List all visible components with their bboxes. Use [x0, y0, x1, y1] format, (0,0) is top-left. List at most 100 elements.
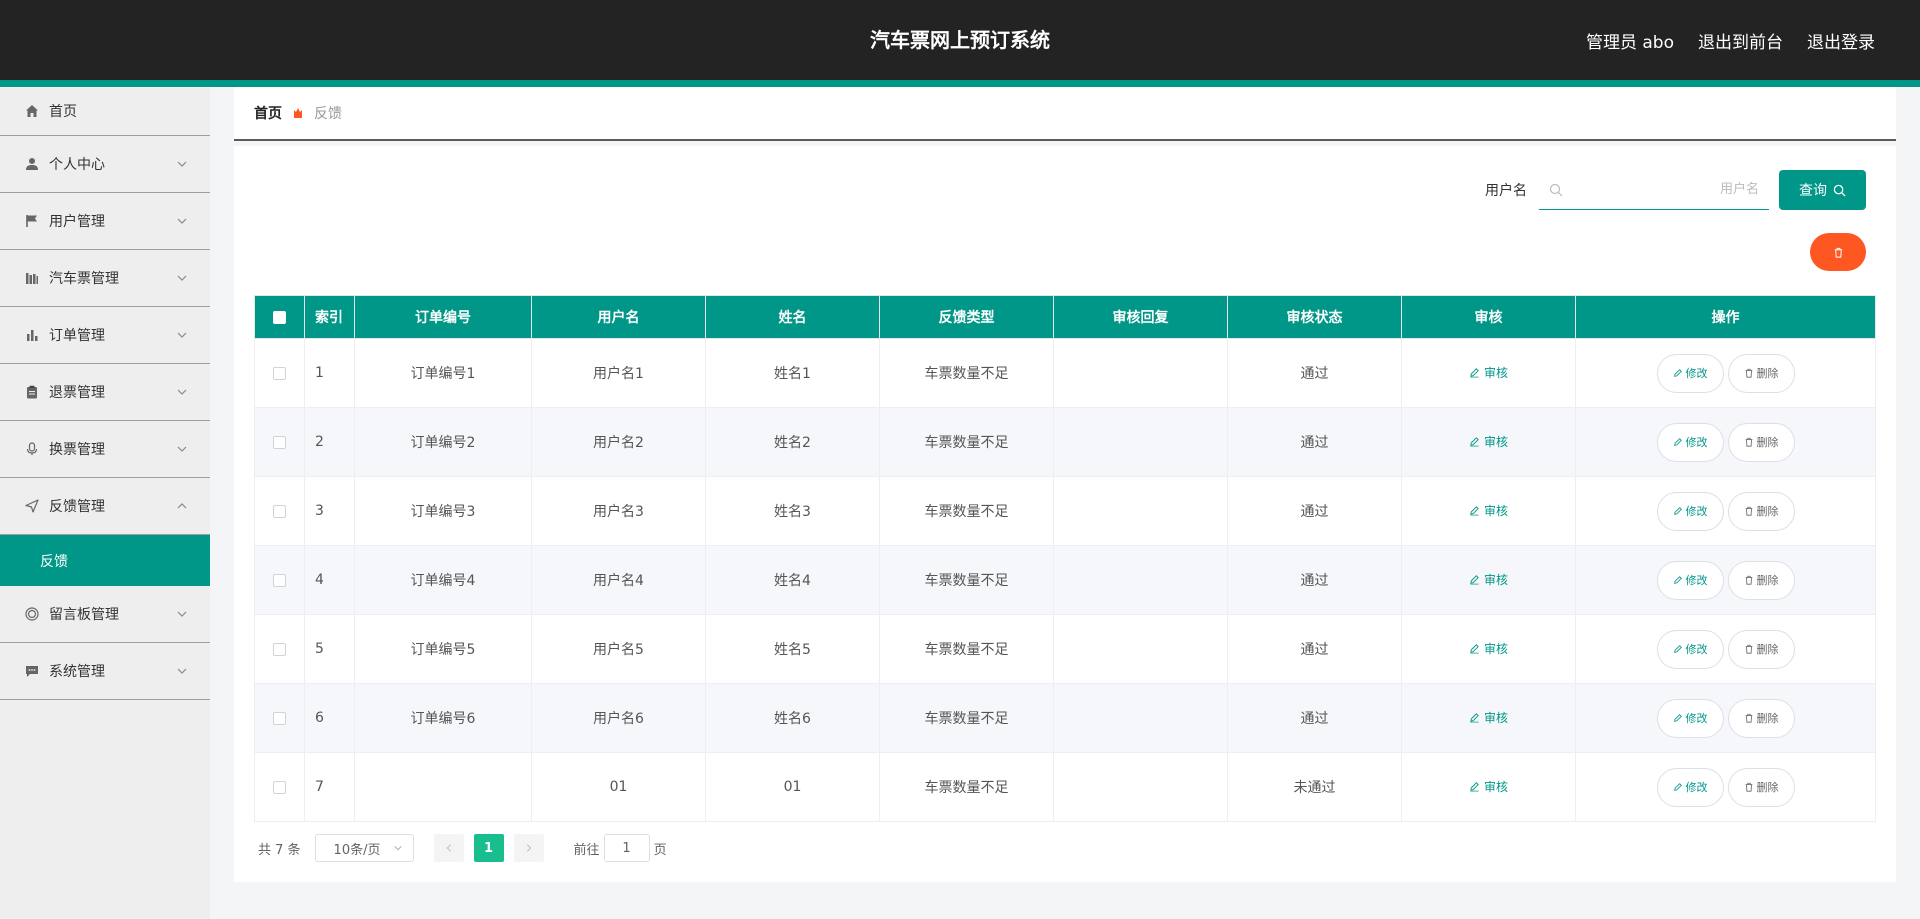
column-header: 操作 [1575, 295, 1876, 339]
pencil-icon [1673, 645, 1682, 653]
delete-button[interactable]: 删除 [1727, 698, 1795, 738]
row-select-cell [254, 614, 305, 684]
pencil-icon [1470, 368, 1479, 378]
row-checkbox[interactable] [273, 780, 286, 794]
bars-icon [24, 270, 40, 286]
row-checkbox[interactable] [273, 711, 286, 725]
edit-button[interactable]: 修改 [1656, 767, 1724, 807]
row-checkbox[interactable] [273, 366, 286, 380]
cell-username: 用户名6 [531, 683, 706, 753]
trash-icon [1745, 575, 1752, 585]
goto-page: 前往 页 [574, 834, 667, 862]
row-checkbox[interactable] [273, 504, 286, 518]
page-size-value: 10条/页 [333, 842, 381, 858]
cell-audit: 审核 [1401, 752, 1576, 822]
select-all-checkbox[interactable] [273, 310, 286, 324]
sidebar-item-label: 反馈管理 [49, 499, 105, 515]
pencil-icon [1470, 437, 1479, 447]
query-button-label: 查询 [1799, 183, 1827, 199]
select-all-cell [254, 295, 305, 339]
column-header: 用户名 [531, 295, 706, 339]
chevron-down-icon [177, 332, 187, 338]
goto-page-input[interactable] [603, 834, 650, 862]
cell-username: 用户名2 [531, 407, 706, 477]
sidebar-item-users[interactable]: 用户管理 [0, 193, 210, 250]
sidebar-item-profile[interactable]: 个人中心 [0, 136, 210, 193]
column-header: 审核 [1401, 295, 1576, 339]
delete-button[interactable]: 删除 [1727, 491, 1795, 531]
sidebar-item-refunds[interactable]: 退票管理 [0, 364, 210, 421]
message-icon [24, 663, 40, 679]
sidebar-subitem-feedback[interactable]: 反馈 [0, 535, 210, 586]
edit-button[interactable]: 修改 [1656, 491, 1724, 531]
row-checkbox[interactable] [273, 642, 286, 656]
row-select-cell [254, 545, 305, 615]
cell-status: 通过 [1227, 545, 1402, 615]
cell-order-no: 订单编号3 [354, 476, 532, 546]
pencil-icon [1673, 714, 1682, 722]
back-to-front-link[interactable]: 退出到前台 [1698, 28, 1783, 53]
prev-page-button[interactable] [433, 834, 464, 862]
cell-actions: 修改 删除 [1575, 614, 1876, 684]
cell-type: 车票数量不足 [879, 338, 1054, 408]
sidebar-item-system[interactable]: 系统管理 [0, 643, 210, 700]
batch-delete-button[interactable] [1810, 233, 1866, 271]
cell-type: 车票数量不足 [879, 545, 1054, 615]
audit-link[interactable]: 审核 [1469, 364, 1508, 381]
audit-link[interactable]: 审核 [1469, 502, 1508, 519]
cell-order-no: 订单编号6 [354, 683, 532, 753]
breadcrumb-home[interactable]: 首页 [254, 103, 282, 123]
sidebar-item-label: 退票管理 [49, 385, 105, 401]
delete-button[interactable]: 删除 [1727, 629, 1795, 669]
cell-name: 姓名2 [705, 407, 880, 477]
row-checkbox[interactable] [273, 573, 286, 587]
edit-button[interactable]: 修改 [1656, 698, 1724, 738]
page-size-select[interactable]: 10条/页 [314, 834, 414, 862]
admin-user-label: 管理员 abo [1585, 32, 1674, 53]
delete-button[interactable]: 删除 [1727, 560, 1795, 600]
query-button[interactable]: 查询 [1779, 170, 1866, 210]
delete-button[interactable]: 删除 [1727, 422, 1795, 462]
sidebar-item-orders[interactable]: 订单管理 [0, 307, 210, 364]
cell-reply [1053, 545, 1228, 615]
audit-link[interactable]: 审核 [1469, 433, 1508, 450]
sidebar: 首页 个人中心 用户管理 汽车票管理 订单管理 退票管理 换票管理 反馈管理 反… [0, 87, 210, 919]
logout-link[interactable]: 退出登录 [1807, 28, 1875, 53]
chart-icon [24, 327, 40, 343]
audit-link[interactable]: 审核 [1469, 640, 1508, 657]
chevron-down-icon [177, 446, 187, 452]
sidebar-item-label: 留言板管理 [49, 607, 119, 623]
audit-link[interactable]: 审核 [1469, 571, 1508, 588]
sidebar-item-home[interactable]: 首页 [0, 87, 210, 136]
audit-link-label: 审核 [1483, 711, 1508, 725]
cell-audit: 审核 [1401, 545, 1576, 615]
edit-button[interactable]: 修改 [1656, 353, 1724, 393]
column-header: 审核状态 [1227, 295, 1402, 339]
search-bar: 用户名 查询 [1485, 170, 1866, 210]
edit-button[interactable]: 修改 [1656, 629, 1724, 669]
delete-button[interactable]: 删除 [1727, 767, 1795, 807]
pencil-icon [1470, 644, 1479, 654]
edit-button[interactable]: 修改 [1656, 422, 1724, 462]
sidebar-item-message-board[interactable]: 留言板管理 [0, 586, 210, 643]
audit-link[interactable]: 审核 [1469, 709, 1508, 726]
next-page-button[interactable] [513, 834, 544, 862]
audit-link[interactable]: 审核 [1469, 778, 1508, 795]
cell-index: 1 [304, 338, 355, 408]
audit-link-label: 审核 [1483, 642, 1508, 656]
row-checkbox[interactable] [273, 435, 286, 449]
edit-button-label: 修改 [1685, 574, 1708, 587]
flag-icon [24, 213, 40, 229]
cell-type: 车票数量不足 [879, 614, 1054, 684]
delete-button[interactable]: 删除 [1727, 353, 1795, 393]
cell-order-no: 订单编号2 [354, 407, 532, 477]
page-number-button[interactable]: 1 [473, 834, 504, 862]
edit-button[interactable]: 修改 [1656, 560, 1724, 600]
cell-username: 用户名5 [531, 614, 706, 684]
mic-icon [24, 441, 40, 457]
sidebar-item-tickets[interactable]: 汽车票管理 [0, 250, 210, 307]
sidebar-item-exchange[interactable]: 换票管理 [0, 421, 210, 478]
search-input[interactable] [1539, 170, 1769, 209]
sidebar-item-feedback[interactable]: 反馈管理 [0, 478, 210, 535]
cell-name: 姓名3 [705, 476, 880, 546]
